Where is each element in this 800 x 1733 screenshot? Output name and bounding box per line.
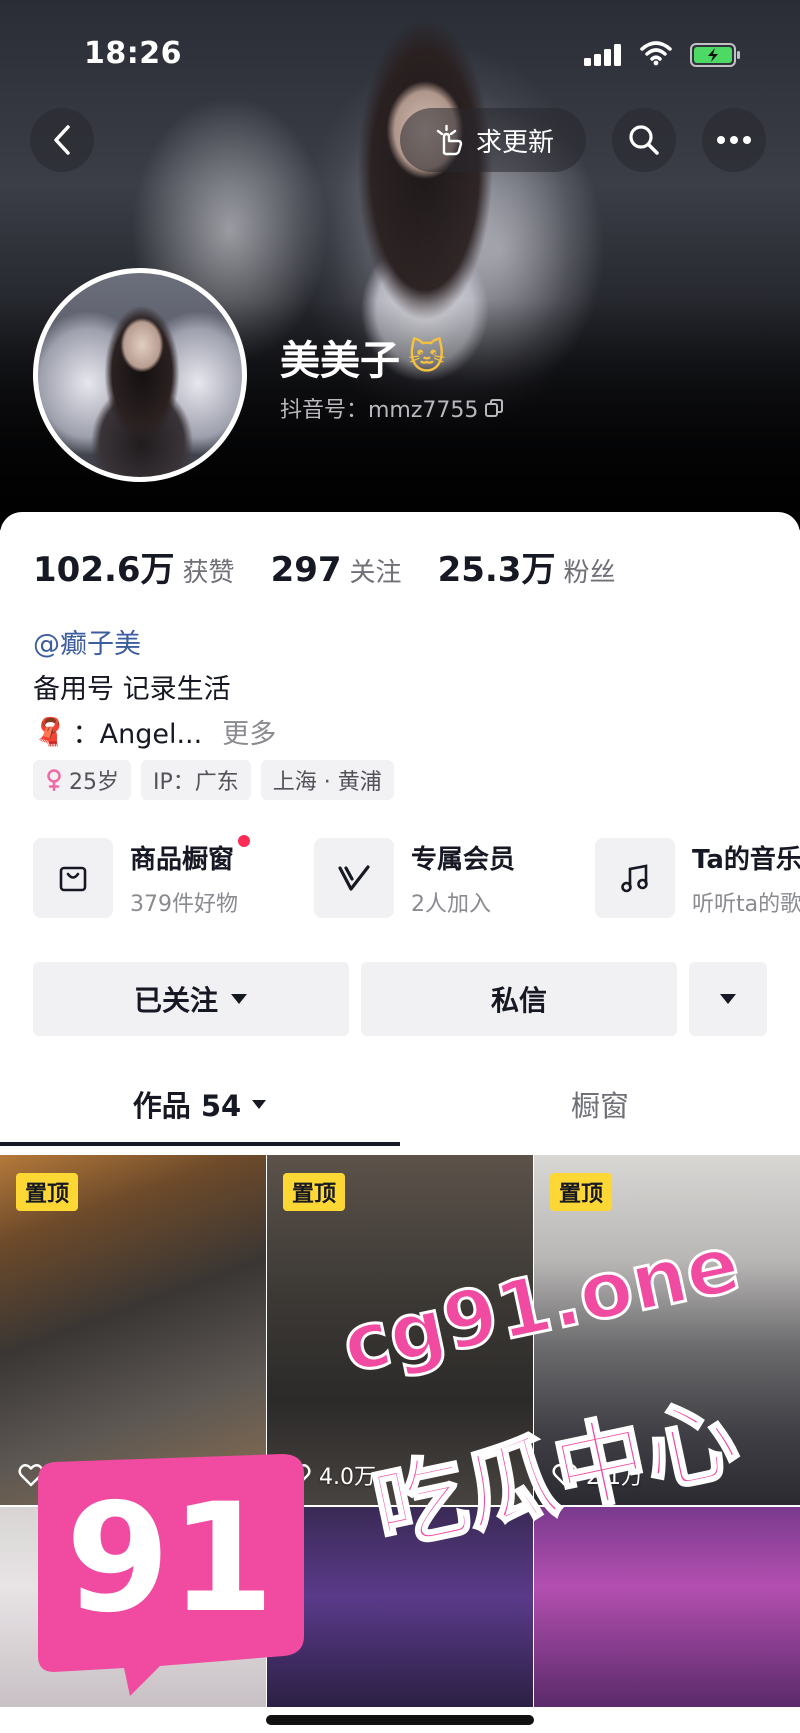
video-likes-count: 2.1万 <box>586 1465 643 1490</box>
content-tabs: 作品 54 橱窗 <box>0 1066 800 1146</box>
followers-label: 粉丝 <box>563 558 616 588</box>
back-button[interactable] <box>30 108 94 172</box>
notification-dot <box>238 834 250 847</box>
video-grid: 置顶 2.9万 置顶 4.0万 置顶 2.1万 <box>0 1155 800 1707</box>
chevron-left-icon <box>54 125 70 155</box>
battery-icon <box>690 43 740 67</box>
bio-text: ：Angel... <box>72 719 203 750</box>
membership-subtitle: 2人加入 <box>411 891 491 917</box>
shop-window-entry[interactable]: 商品橱窗 379件好物 <box>33 834 314 918</box>
video-likes-count: 2.9万 <box>52 1465 109 1490</box>
wifi-icon <box>640 41 672 66</box>
tab-works[interactable]: 作品 54 <box>0 1066 400 1142</box>
nickname-text: 美美子 <box>280 338 400 384</box>
home-indicator <box>266 1715 534 1725</box>
caret-down-icon <box>252 1099 267 1109</box>
caret-down-icon <box>231 994 247 1004</box>
avatar[interactable] <box>33 268 247 482</box>
more-actions-button[interactable] <box>689 962 767 1036</box>
search-icon <box>629 125 659 155</box>
membership-title: 专属会员 <box>411 844 516 875</box>
heart-icon <box>552 1464 578 1487</box>
video-thumbnail[interactable] <box>267 1507 533 1707</box>
video-thumbnail[interactable]: 置顶 2.1万 <box>534 1155 800 1505</box>
scarf-emoji-icon: 🧣 <box>33 716 67 748</box>
video-likes: 2.9万 <box>18 1459 109 1491</box>
membership-entry[interactable]: 专属会员 2人加入 <box>314 838 595 918</box>
profile-nickname: 美美子 🐱 <box>280 328 446 386</box>
douyin-id-text: 抖音号：mmz7755 <box>280 398 479 423</box>
mentioned-account-link[interactable]: @癫子美 <box>33 622 141 661</box>
music-title: Ta的音乐 <box>692 844 800 875</box>
likes-label: 获赞 <box>182 558 235 588</box>
following-label: 关注 <box>349 558 402 588</box>
vip-icon <box>314 838 394 918</box>
likes-count[interactable]: 102.6万 <box>33 542 175 591</box>
caret-down-icon <box>720 994 736 1004</box>
tab-showcase[interactable]: 橱窗 <box>400 1066 800 1142</box>
shopping-bag-icon <box>33 838 113 918</box>
request-update-label: 求更新 <box>475 127 554 158</box>
tab-showcase-label: 橱窗 <box>570 1089 629 1123</box>
pinned-badge: 置顶 <box>16 1173 79 1211</box>
heart-icon <box>18 1464 44 1487</box>
following-button-label: 已关注 <box>133 984 218 1017</box>
pointing-hand-icon <box>436 124 463 156</box>
video-thumbnail[interactable] <box>0 1507 266 1707</box>
bio-line: 备用号 记录生活 <box>33 674 231 705</box>
profile-stats: 102.6万 获赞 297 关注 25.3万 粉丝 <box>33 542 651 591</box>
location-tag[interactable]: 上海 · 黄浦 <box>260 760 394 800</box>
cat-emoji-icon: 🐱 <box>408 336 446 378</box>
music-entry[interactable]: Ta的音乐 听听ta的歌 <box>595 838 800 918</box>
search-button[interactable] <box>612 108 676 172</box>
tab-indicator <box>0 1142 400 1146</box>
age-tag-text: 25岁 <box>69 770 119 795</box>
ip-tag: IP：广东 <box>141 760 251 800</box>
tab-works-label: 作品 54 <box>132 1089 242 1123</box>
video-thumbnail[interactable] <box>534 1507 800 1707</box>
pinned-badge: 置顶 <box>550 1173 613 1211</box>
status-bar: 18:26 <box>0 30 800 80</box>
followers-count[interactable]: 25.3万 <box>438 542 556 591</box>
more-horizontal-icon <box>717 136 751 144</box>
shop-window-title: 商品橱窗 <box>130 844 235 875</box>
female-icon <box>47 769 61 791</box>
video-likes: 4.0万 <box>285 1459 376 1491</box>
bio-line-2: 🧣 ：Angel... 更多 <box>33 712 276 751</box>
message-button[interactable]: 私信 <box>361 962 677 1036</box>
profile-actions: 已关注 私信 <box>33 962 767 1036</box>
following-count[interactable]: 297 <box>271 550 342 590</box>
ip-tag-text: IP：广东 <box>153 770 239 795</box>
video-likes: 2.1万 <box>552 1459 643 1491</box>
video-thumbnail[interactable]: 置顶 2.9万 <box>0 1155 266 1505</box>
copy-icon[interactable] <box>484 398 504 418</box>
cellular-signal-icon <box>584 44 624 66</box>
video-thumbnail[interactable]: 置顶 4.0万 <box>267 1155 533 1505</box>
music-icon <box>595 838 675 918</box>
douyin-id[interactable]: 抖音号：mmz7755 <box>280 392 504 424</box>
following-button[interactable]: 已关注 <box>33 962 349 1036</box>
bio-more-link[interactable]: 更多 <box>222 712 276 751</box>
profile-tags: 25岁 IP：广东 上海 · 黄浦 <box>33 760 394 800</box>
age-tag: 25岁 <box>33 760 131 800</box>
location-tag-text: 上海 · 黄浦 <box>272 770 382 795</box>
request-update-button[interactable]: 求更新 <box>400 108 586 172</box>
music-subtitle: 听听ta的歌 <box>692 891 800 917</box>
service-entries: 商品橱窗 379件好物 专属会员 2人加入 Ta的音乐 听听ta的歌 <box>33 834 800 918</box>
shop-window-subtitle: 379件好物 <box>130 891 238 917</box>
status-time: 18:26 <box>84 36 182 71</box>
pinned-badge: 置顶 <box>283 1173 346 1211</box>
message-button-label: 私信 <box>490 984 547 1017</box>
more-options-button[interactable] <box>702 108 766 172</box>
heart-icon <box>285 1464 311 1487</box>
video-likes-count: 4.0万 <box>319 1465 376 1490</box>
